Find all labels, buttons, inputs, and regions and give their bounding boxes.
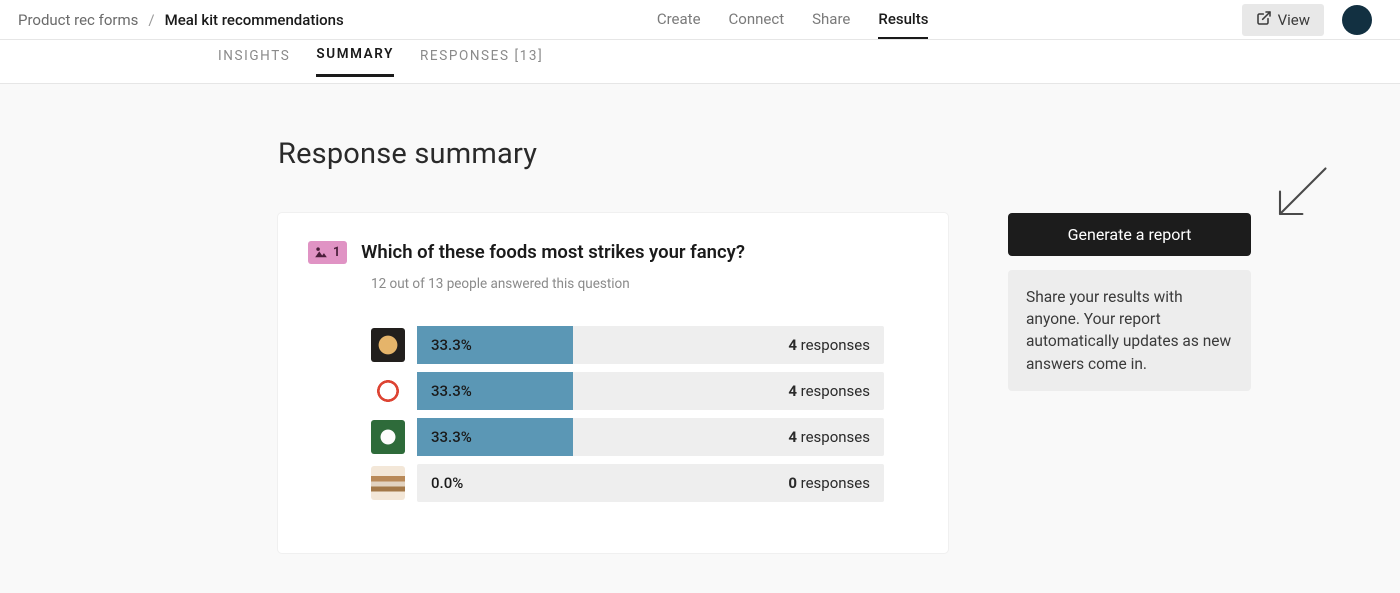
breadcrumb-current: Meal kit recommendations — [165, 11, 344, 29]
page: Response summary 1 Which of these foods … — [0, 84, 1400, 593]
question-answered-count: 12 out of 13 people answered this questi… — [371, 276, 884, 292]
view-button[interactable]: View — [1242, 4, 1324, 36]
option-row: 33.3% 4 responses — [371, 326, 884, 364]
breadcrumb: Product rec forms / Meal kit recommendat… — [18, 11, 344, 29]
option-row: 0.0% 0 responses — [371, 464, 884, 502]
option-percent: 33.3% — [431, 428, 472, 446]
option-bar: 33.3% 4 responses — [417, 418, 884, 456]
option-thumbnail — [371, 420, 405, 454]
option-count: 4 responses — [788, 428, 870, 446]
view-button-label: View — [1278, 11, 1310, 29]
option-bar: 0.0% 0 responses — [417, 464, 884, 502]
image-icon — [314, 246, 328, 258]
option-count: 4 responses — [788, 382, 870, 400]
nav-share[interactable]: Share — [812, 1, 850, 39]
option-list: 33.3% 4 responses 33.3% 4 responses 33.3% 4 r… — [371, 326, 884, 502]
help-text: Share your results with anyone. Your rep… — [1008, 270, 1251, 392]
option-bar: 33.3% 4 responses — [417, 372, 884, 410]
right-rail: Generate a report Share your results wit… — [1008, 213, 1400, 593]
generate-report-button[interactable]: Generate a report — [1008, 213, 1251, 256]
question-card: 1 Which of these foods most strikes your… — [278, 213, 948, 554]
topbar-right: View — [1242, 4, 1372, 36]
option-row: 33.3% 4 responses — [371, 418, 884, 456]
breadcrumb-parent[interactable]: Product rec forms — [18, 11, 138, 29]
page-title: Response summary — [278, 137, 948, 185]
external-link-icon — [1256, 10, 1272, 30]
breadcrumb-sep: / — [148, 11, 154, 29]
question-number: 1 — [333, 245, 340, 260]
question-type-badge: 1 — [308, 241, 347, 264]
nav-connect[interactable]: Connect — [729, 1, 785, 39]
sub-tabs: INSIGHTS SUMMARY RESPONSES [13] — [0, 40, 1400, 84]
option-percent: 0.0% — [431, 474, 463, 492]
option-row: 33.3% 4 responses — [371, 372, 884, 410]
tab-insights[interactable]: INSIGHTS — [218, 48, 290, 76]
option-bar: 33.3% 4 responses — [417, 326, 884, 364]
option-percent: 33.3% — [431, 336, 472, 354]
question-header: 1 Which of these foods most strikes your… — [308, 241, 884, 264]
top-bar: Product rec forms / Meal kit recommendat… — [0, 0, 1400, 40]
nav-results[interactable]: Results — [878, 1, 928, 39]
question-text: Which of these foods most strikes your f… — [361, 241, 745, 263]
option-percent: 33.3% — [431, 382, 472, 400]
tab-responses[interactable]: RESPONSES [13] — [420, 48, 543, 76]
option-count: 4 responses — [788, 336, 870, 354]
avatar[interactable] — [1342, 5, 1372, 35]
option-thumbnail — [371, 374, 405, 408]
nav-create[interactable]: Create — [657, 1, 701, 39]
option-count: 0 responses — [788, 474, 870, 492]
primary-nav: Create Connect Share Results — [344, 1, 1242, 39]
tab-summary[interactable]: SUMMARY — [316, 46, 394, 77]
option-thumbnail — [371, 328, 405, 362]
option-thumbnail — [371, 466, 405, 500]
annotation-arrow-icon — [1266, 158, 1336, 232]
